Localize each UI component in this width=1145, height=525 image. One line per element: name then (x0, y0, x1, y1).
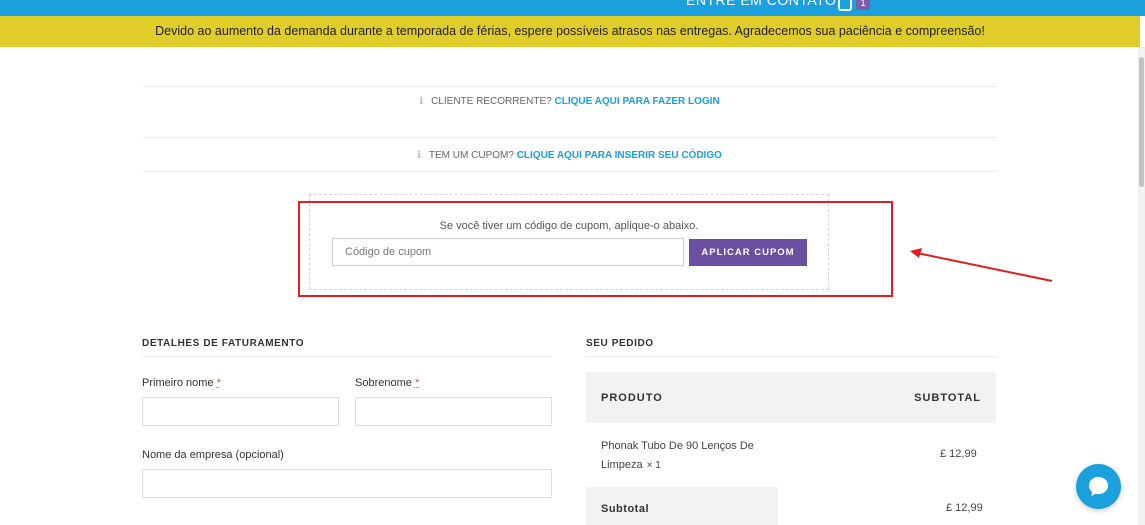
product-column-header: PRODUTO (601, 392, 663, 404)
coupon-question-text: TEM UM CUPOM? (428, 150, 514, 161)
returning-customer-notice: ℹ CLIENTE RECORRENTE? CLIQUE AQUI PARA FA… (143, 86, 996, 138)
divider (142, 356, 552, 357)
chat-icon (1088, 476, 1109, 497)
required-mark: * (216, 377, 221, 389)
order-table-header: PRODUTO SUBTOTAL (586, 372, 996, 423)
first-name-label-text: Primeiro nome (142, 377, 214, 389)
holiday-notice-banner: Devido ao aumento da demanda durante a t… (0, 16, 1140, 47)
info-icon: ℹ (417, 150, 421, 161)
divider (143, 171, 996, 172)
returning-customer-text: CLIENTE RECORRENTE? (431, 96, 552, 107)
annotation-highlight-box (298, 201, 893, 297)
cart-count-badge[interactable]: 1 (856, 0, 870, 10)
last-name-field[interactable] (355, 397, 552, 426)
coupon-notice: ℹ TEM UM CUPOM? CLIQUE AQUI PARA INSERIR … (143, 150, 996, 161)
subtotal-value: £ 12,99 (946, 502, 983, 514)
your-order-title: SEU PEDIDO (586, 338, 654, 349)
company-name-field[interactable] (142, 469, 552, 498)
order-item-price: £ 12,99 (940, 448, 977, 460)
annotation-arrow-icon (910, 248, 1053, 282)
contact-link[interactable]: ENTRE EM CONTATO (686, 0, 836, 8)
subtotal-label: Subtotal (601, 503, 649, 515)
subtotal-label-cell: Subtotal (586, 487, 778, 525)
scrollbar-thumb[interactable] (1139, 57, 1144, 187)
chat-button[interactable] (1076, 464, 1121, 509)
order-item-quantity: × 1 (646, 460, 661, 471)
last-name-label: Sobrenome * (355, 377, 419, 389)
account-icon[interactable] (838, 0, 852, 11)
subtotal-column-header: SUBTOTAL (914, 392, 981, 404)
top-bar: ENTRE EM CONTATO 1 (0, 0, 1145, 16)
enter-coupon-link[interactable]: CLIQUE AQUI PARA INSERIR SEU CÓDIGO (517, 150, 722, 161)
order-item-title: Phonak Tubo De 90 Lenços De Limpeza (601, 440, 754, 471)
last-name-label-text: Sobrenome (355, 377, 412, 389)
page-scrollbar[interactable] (1138, 47, 1145, 525)
order-item-name: Phonak Tubo De 90 Lenços De Limpeza × 1 (601, 437, 771, 475)
info-icon: ℹ (419, 96, 424, 107)
first-name-field[interactable] (142, 397, 339, 426)
billing-details-title: DETALHES DE FATURAMENTO (142, 338, 305, 349)
login-link[interactable]: CLIQUE AQUI PARA FAZER LOGIN (554, 96, 719, 107)
required-mark: * (414, 377, 420, 389)
first-name-label: Primeiro nome * (142, 377, 221, 389)
divider (586, 356, 996, 357)
company-name-label: Nome da empresa (opcional) (142, 449, 284, 461)
